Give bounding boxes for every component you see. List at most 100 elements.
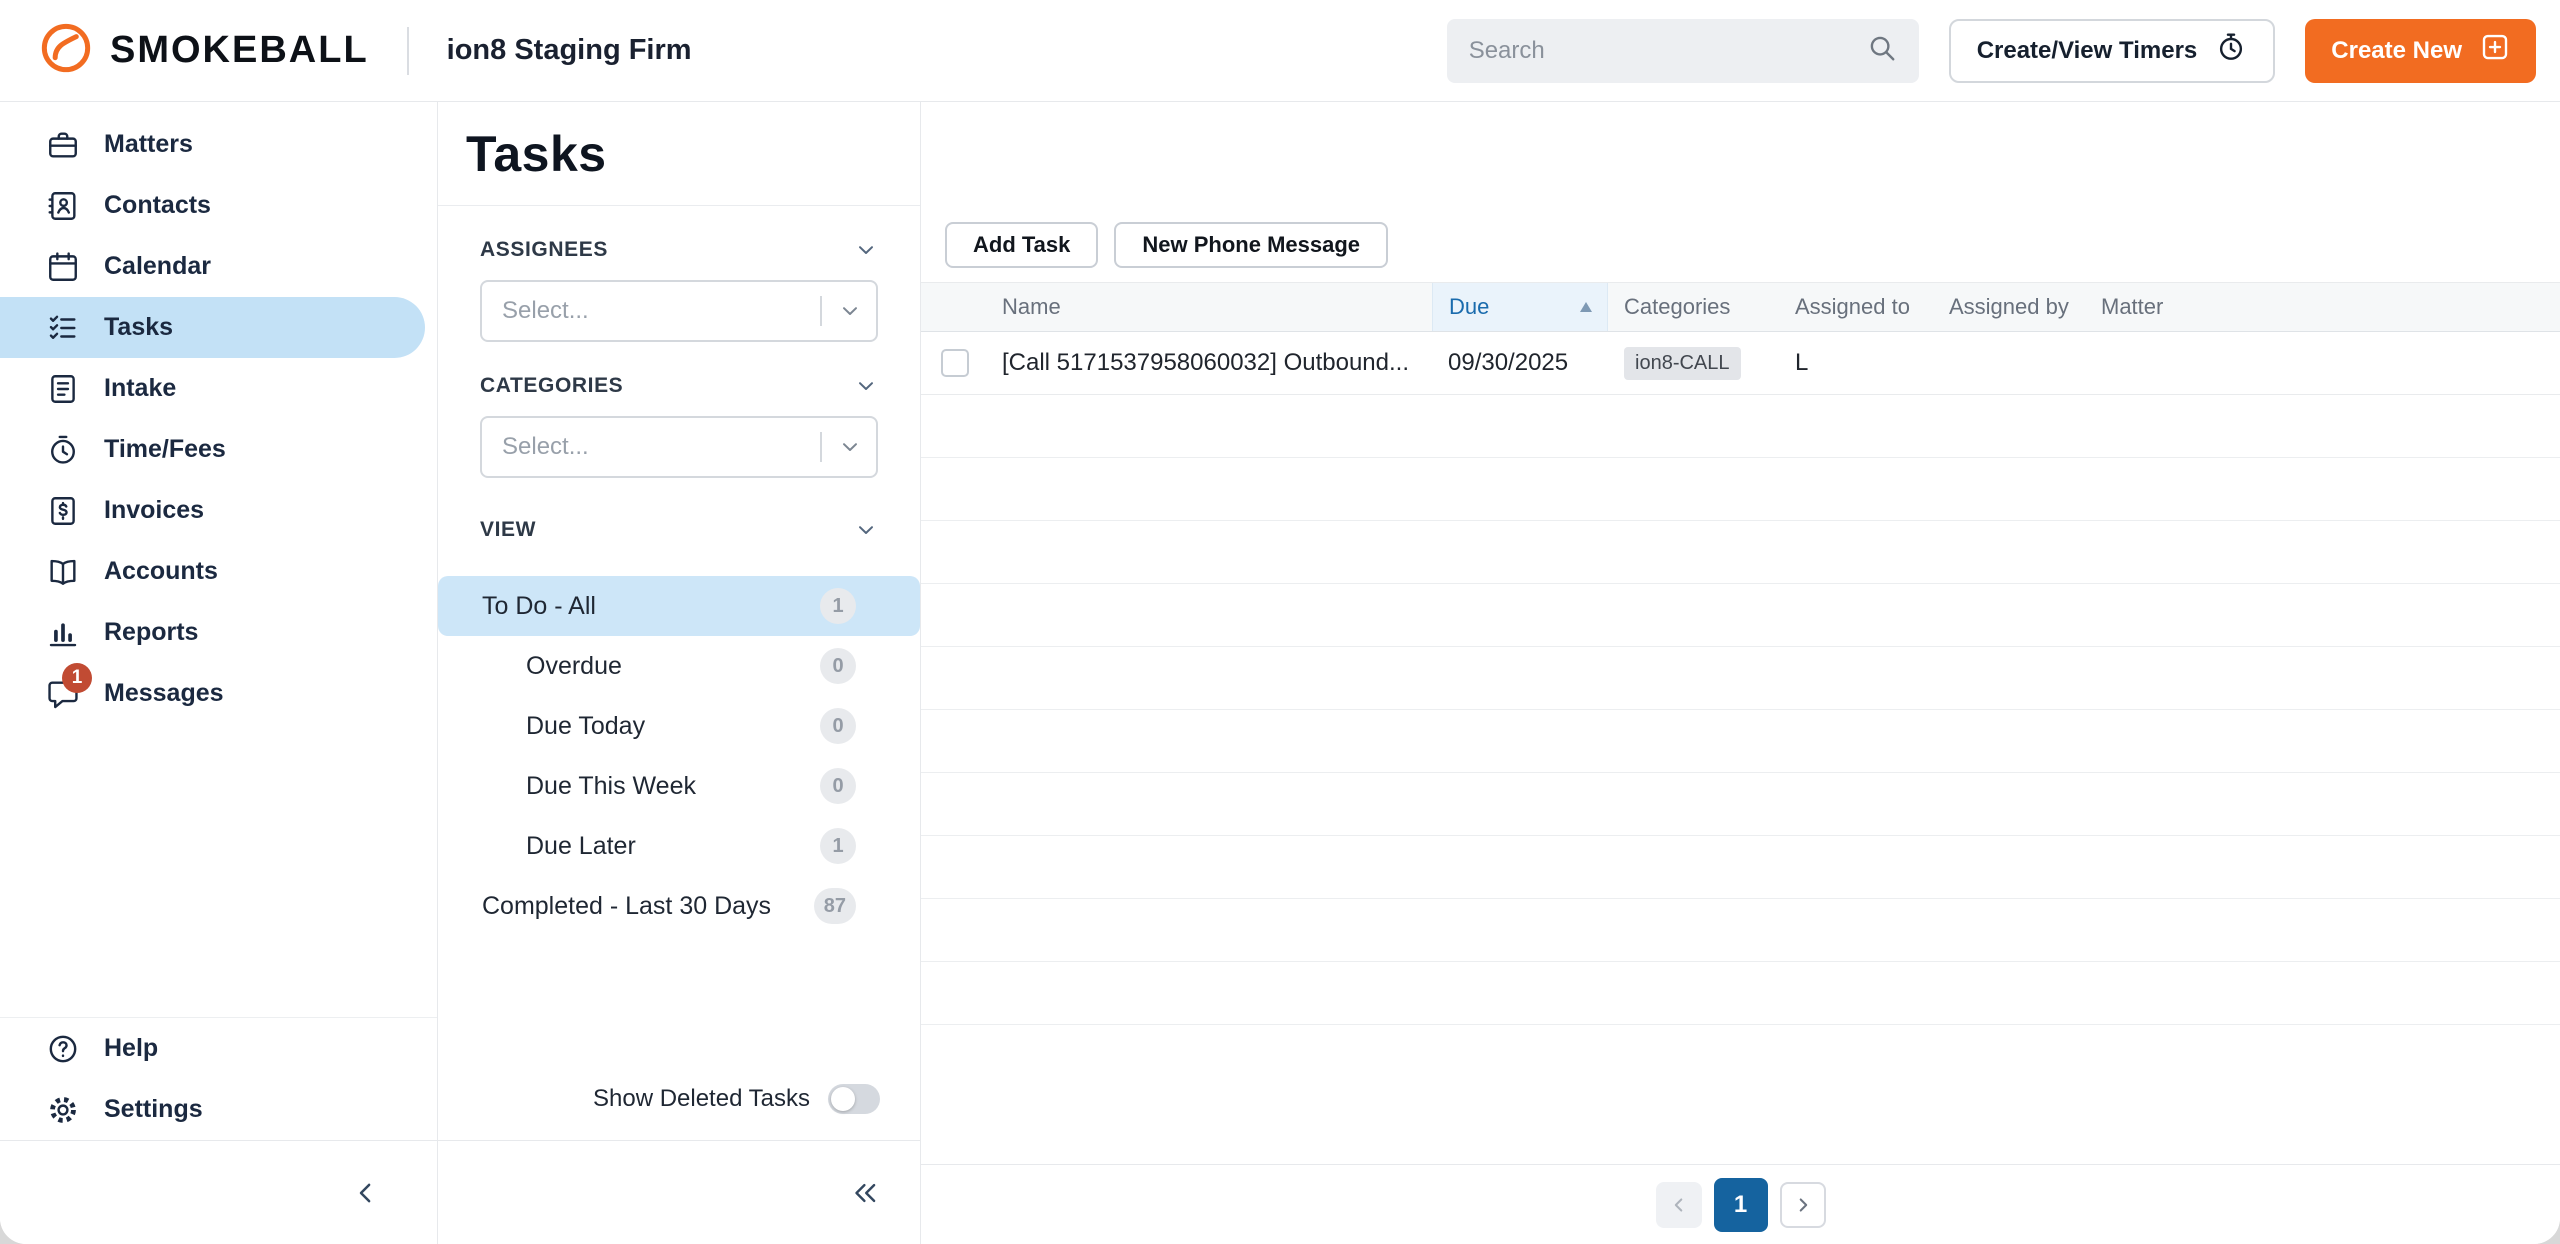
count-badge: 1 [820, 828, 856, 864]
count-badge: 87 [814, 888, 856, 924]
sidebar-item-label: Time/Fees [104, 435, 226, 464]
assignees-section-header[interactable]: ASSIGNEES [480, 228, 878, 272]
gear-icon [46, 1093, 80, 1127]
sidebar-nav: Matters Contacts Calendar [0, 102, 438, 1244]
help-circle-icon [46, 1032, 80, 1066]
sidebar-item-label: Contacts [104, 191, 211, 220]
sidebar-item-label: Tasks [104, 313, 173, 342]
sidebar-spacer [0, 724, 437, 1017]
cell-due: 09/30/2025 [1432, 349, 1608, 377]
clock-icon [46, 433, 80, 467]
view-item-completed-30-days[interactable]: Completed - Last 30 Days 87 [438, 876, 920, 936]
show-deleted-row: Show Deleted Tasks [438, 1084, 920, 1140]
column-header-assigned-by[interactable]: Assigned by [1933, 283, 2085, 331]
app-window: SMOKEBALL ion8 Staging Firm Create/View … [0, 0, 2560, 1244]
chevron-down-icon [838, 299, 862, 323]
open-book-icon [46, 555, 80, 589]
chevron-down-icon [838, 435, 862, 459]
page-next-button[interactable] [1780, 1182, 1826, 1228]
invoice-dollar-icon [46, 494, 80, 528]
empty-table-row [921, 395, 2560, 458]
calendar-icon [46, 250, 80, 284]
column-header-matter[interactable]: Matter [2085, 283, 2560, 331]
create-new-label: Create New [2331, 37, 2462, 65]
pagination-bar: 1 [921, 1164, 2560, 1244]
view-item-todo-all[interactable]: To Do - All 1 [438, 576, 920, 636]
empty-table-row [921, 647, 2560, 710]
cell-categories: ion8-CALL [1608, 347, 1779, 380]
panel-title-wrap: Tasks [438, 102, 920, 206]
filter-sections: ASSIGNEES Select... CATEGORIES [438, 206, 920, 552]
column-header-categories[interactable]: Categories [1608, 283, 1779, 331]
categories-section-header[interactable]: CATEGORIES [480, 364, 878, 408]
sidebar-item-messages[interactable]: 1 Messages [0, 663, 437, 724]
sidebar-item-calendar[interactable]: Calendar [0, 236, 437, 297]
table-row[interactable]: [Call 5171537958060032] Outbound... 09/3… [921, 332, 2560, 395]
sidebar-bottom-group: Help Settings [0, 1017, 437, 1140]
sidebar-item-accounts[interactable]: Accounts [0, 541, 437, 602]
view-item-due-later[interactable]: Due Later 1 [438, 816, 920, 876]
sidebar-item-help[interactable]: Help [0, 1018, 437, 1079]
count-badge: 1 [820, 588, 856, 624]
add-task-button[interactable]: Add Task [945, 222, 1098, 268]
empty-table-row [921, 899, 2560, 962]
categories-select-value: Select... [502, 433, 820, 461]
view-section-header[interactable]: VIEW [480, 508, 878, 552]
briefcase-icon [46, 128, 80, 162]
sidebar-footer [0, 1140, 437, 1244]
chevron-down-icon [854, 374, 878, 398]
search-input[interactable] [1469, 37, 1867, 65]
view-item-label: Due This Week [526, 772, 820, 801]
sidebar-item-label: Calendar [104, 252, 211, 281]
show-deleted-toggle[interactable] [828, 1084, 880, 1114]
tasks-filter-panel: Tasks ASSIGNEES Select... CA [438, 102, 921, 1244]
smokeball-logo-icon [40, 22, 92, 79]
page-title: Tasks [466, 125, 607, 183]
new-phone-message-button[interactable]: New Phone Message [1114, 222, 1388, 268]
sidebar-item-label: Intake [104, 374, 176, 403]
view-item-overdue[interactable]: Overdue 0 [438, 636, 920, 696]
global-search[interactable] [1447, 19, 1919, 83]
header-actions: Create/View Timers Create New [1447, 19, 2536, 83]
sort-asc-icon [1579, 301, 1593, 313]
view-item-due-today[interactable]: Due Today 0 [438, 696, 920, 756]
sidebar-item-label: Accounts [104, 557, 218, 586]
sidebar-item-intake[interactable]: Intake [0, 358, 437, 419]
page-prev-button[interactable] [1656, 1182, 1702, 1228]
page-current[interactable]: 1 [1714, 1178, 1768, 1232]
task-actions: Add Task New Phone Message [945, 222, 2560, 268]
panel-collapse-button[interactable] [848, 1178, 882, 1208]
cell-assigned-to: L [1779, 349, 1933, 377]
sidebar-collapse-button[interactable] [351, 1178, 381, 1208]
timers-button-label: Create/View Timers [1977, 37, 2198, 65]
empty-table-row [921, 836, 2560, 899]
column-header-checkbox [921, 283, 986, 331]
create-new-button[interactable]: Create New [2305, 19, 2536, 83]
form-document-icon [46, 372, 80, 406]
sidebar-item-time-fees[interactable]: Time/Fees [0, 419, 437, 480]
empty-table-row [921, 710, 2560, 773]
row-checkbox-cell [921, 349, 986, 377]
sidebar-item-invoices[interactable]: Invoices [0, 480, 437, 541]
create-view-timers-button[interactable]: Create/View Timers [1949, 19, 2276, 83]
cell-name[interactable]: [Call 5171537958060032] Outbound... [986, 349, 1432, 377]
assignees-select[interactable]: Select... [480, 280, 878, 342]
column-header-due[interactable]: Due [1432, 283, 1608, 331]
view-item-label: Overdue [526, 652, 820, 681]
sidebar-item-settings[interactable]: Settings [0, 1079, 437, 1140]
sidebar-item-reports[interactable]: Reports [0, 602, 437, 663]
app-body: Matters Contacts Calendar [0, 102, 2560, 1244]
view-item-due-this-week[interactable]: Due This Week 0 [438, 756, 920, 816]
view-list: To Do - All 1 Overdue 0 Due Today 0 Due … [438, 576, 920, 936]
column-header-name[interactable]: Name [986, 283, 1432, 331]
categories-select[interactable]: Select... [480, 416, 878, 478]
assignees-select-value: Select... [502, 297, 820, 325]
brand[interactable]: SMOKEBALL [40, 22, 369, 79]
row-checkbox[interactable] [941, 349, 969, 377]
column-header-assigned-to[interactable]: Assigned to [1779, 283, 1933, 331]
empty-table-row [921, 773, 2560, 836]
sidebar-item-label: Matters [104, 130, 193, 159]
sidebar-item-contacts[interactable]: Contacts [0, 175, 437, 236]
sidebar-item-matters[interactable]: Matters [0, 114, 437, 175]
sidebar-item-tasks[interactable]: Tasks [0, 297, 425, 358]
